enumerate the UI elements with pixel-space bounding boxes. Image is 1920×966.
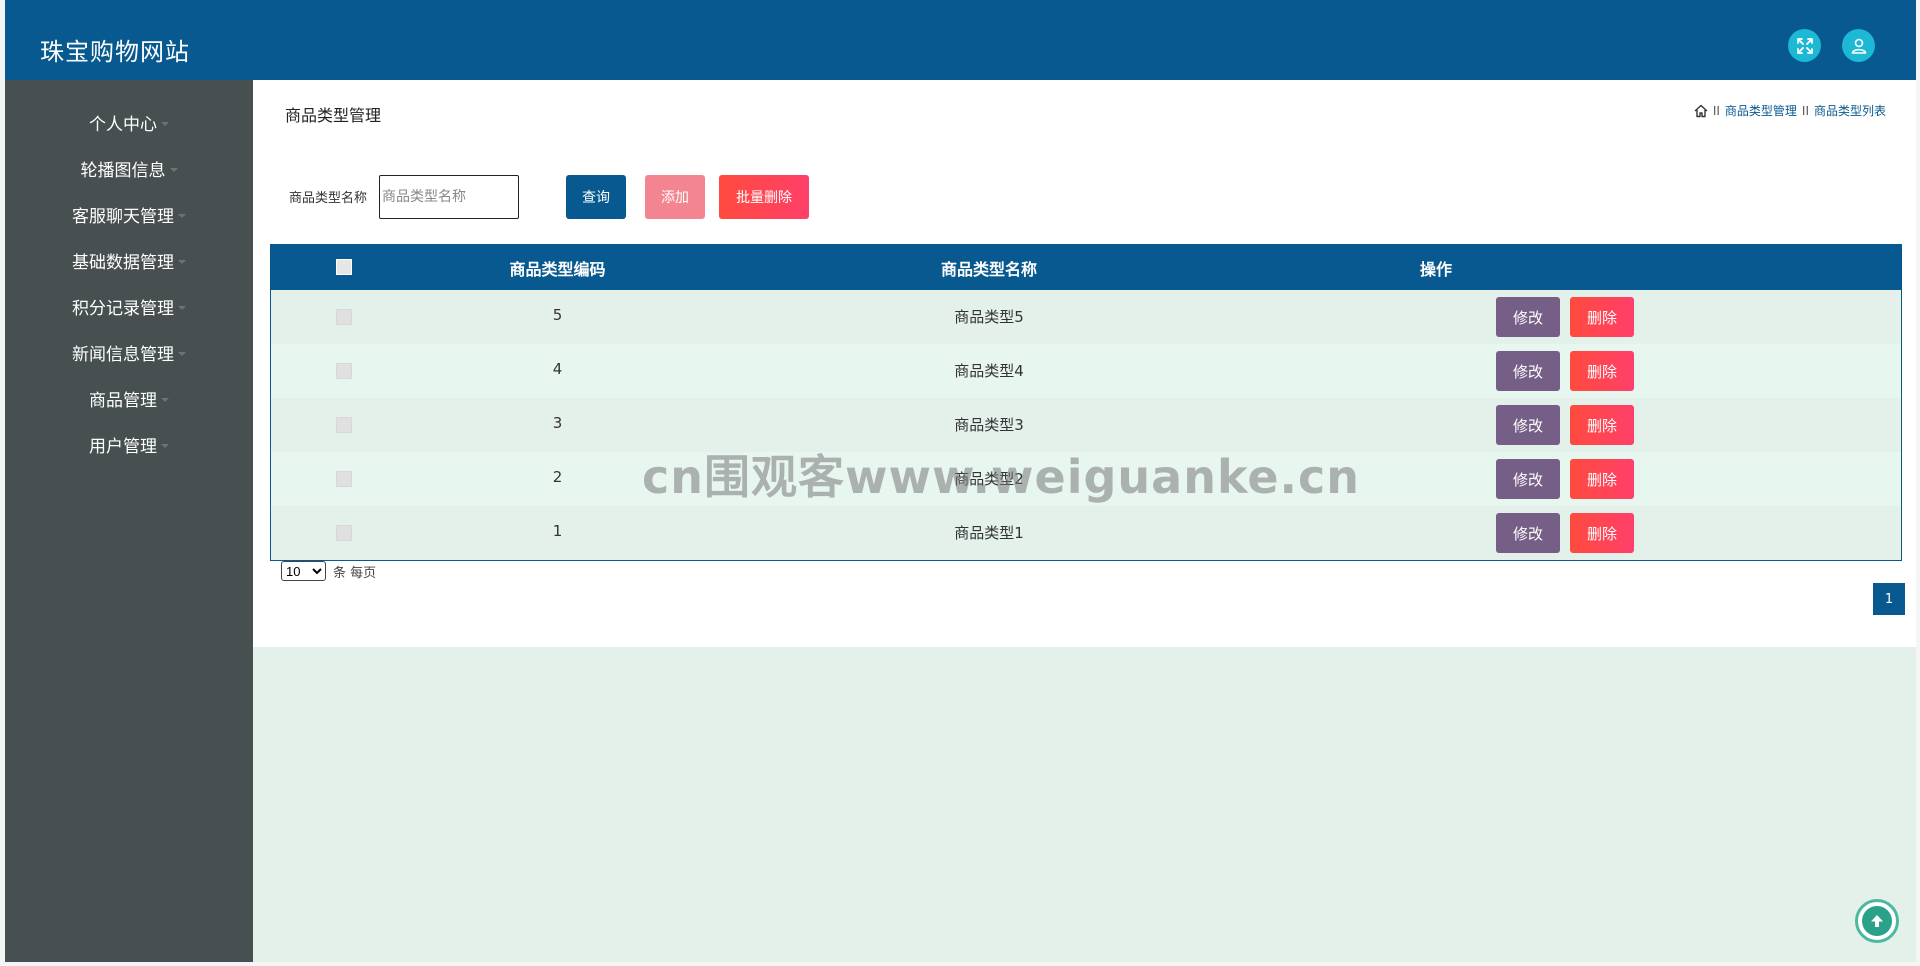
column-header-name: 商品类型名称 bbox=[940, 260, 1037, 279]
fullscreen-button[interactable] bbox=[1788, 29, 1821, 62]
caret-down-icon bbox=[178, 214, 186, 218]
sidebar: 个人中心 轮播图信息 客服聊天管理 基础数据管理 积分记录管理 新闻信息管理 商… bbox=[5, 80, 253, 962]
sidebar-item-products[interactable]: 商品管理 bbox=[5, 381, 253, 415]
data-table: 商品类型编码 商品类型名称 操作 5 商品类型5 修改 删除 4 商品类型4 修… bbox=[270, 244, 1902, 561]
cell-code: 2 bbox=[552, 468, 563, 486]
breadcrumb: II 商品类型管理 II 商品类型列表 bbox=[1694, 102, 1886, 119]
cell-name: 商品类型5 bbox=[954, 308, 1024, 326]
sidebar-item-users[interactable]: 用户管理 bbox=[5, 427, 253, 461]
back-to-top-circle bbox=[1862, 906, 1892, 936]
cell-code: 3 bbox=[552, 414, 563, 432]
search-input[interactable] bbox=[379, 175, 519, 219]
app-frame: 珠宝购物网站 个人中心 轮播图信息 客服聊天管理 基础数据管理 积分记录管理 新… bbox=[5, 0, 1916, 962]
per-page-label: 条 每页 bbox=[333, 566, 377, 581]
cell-name: 商品类型4 bbox=[954, 362, 1024, 380]
table-header: 商品类型编码 商品类型名称 操作 bbox=[271, 245, 1901, 290]
sidebar-item-label: 用户管理 bbox=[89, 436, 157, 457]
delete-button[interactable]: 删除 bbox=[1570, 513, 1634, 553]
delete-button[interactable]: 删除 bbox=[1570, 351, 1634, 391]
breadcrumb-separator: II bbox=[1801, 103, 1809, 118]
table-row: 2 商品类型2 修改 删除 bbox=[271, 452, 1901, 506]
user-menu-button[interactable] bbox=[1842, 29, 1875, 62]
breadcrumb-level2: 商品类型列表 bbox=[1813, 104, 1886, 118]
cell-code: 4 bbox=[552, 360, 563, 378]
edit-button[interactable]: 修改 bbox=[1496, 297, 1560, 337]
top-header: 珠宝购物网站 bbox=[5, 0, 1916, 80]
sidebar-item-label: 个人中心 bbox=[89, 114, 157, 135]
expand-arrows-icon bbox=[1796, 37, 1813, 54]
sidebar-item-label: 基础数据管理 bbox=[72, 252, 174, 273]
caret-down-icon bbox=[178, 260, 186, 264]
table-row: 3 商品类型3 修改 删除 bbox=[271, 398, 1901, 452]
user-icon bbox=[1851, 38, 1866, 54]
sidebar-item-news[interactable]: 新闻信息管理 bbox=[5, 335, 253, 369]
main-panel: 商品类型管理 II 商品类型管理 II 商品类型列表 商品类型名称 查询 添加 … bbox=[253, 80, 1916, 647]
delete-button[interactable]: 删除 bbox=[1570, 405, 1634, 445]
sidebar-item-label: 客服聊天管理 bbox=[72, 206, 174, 227]
cell-name: 商品类型2 bbox=[954, 470, 1024, 488]
table-row: 4 商品类型4 修改 删除 bbox=[271, 344, 1901, 398]
column-header-actions: 操作 bbox=[1419, 260, 1452, 279]
cell-name: 商品类型1 bbox=[954, 524, 1024, 542]
site-title: 珠宝购物网站 bbox=[40, 38, 190, 66]
table-row: 5 商品类型5 修改 删除 bbox=[271, 290, 1901, 344]
caret-down-icon bbox=[169, 168, 178, 172]
edit-button[interactable]: 修改 bbox=[1496, 405, 1560, 445]
cell-code: 5 bbox=[552, 306, 563, 324]
edit-button[interactable]: 修改 bbox=[1496, 351, 1560, 391]
cell-code: 1 bbox=[552, 522, 563, 540]
sidebar-item-customer-chat[interactable]: 客服聊天管理 bbox=[5, 197, 253, 231]
edit-button[interactable]: 修改 bbox=[1496, 513, 1560, 553]
query-button[interactable]: 查询 bbox=[566, 175, 626, 219]
delete-button[interactable]: 删除 bbox=[1570, 297, 1634, 337]
sidebar-item-label: 积分记录管理 bbox=[72, 298, 174, 319]
table-row: 1 商品类型1 修改 删除 bbox=[271, 506, 1901, 560]
cell-name: 商品类型3 bbox=[954, 416, 1024, 434]
edit-button[interactable]: 修改 bbox=[1496, 459, 1560, 499]
row-checkbox[interactable] bbox=[336, 417, 352, 433]
select-all-checkbox[interactable] bbox=[336, 259, 352, 275]
sidebar-item-personal-center[interactable]: 个人中心 bbox=[5, 105, 253, 139]
caret-down-icon bbox=[178, 306, 186, 310]
sidebar-item-points[interactable]: 积分记录管理 bbox=[5, 289, 253, 323]
page-size-select[interactable]: 10 bbox=[281, 561, 326, 581]
sidebar-item-basic-data[interactable]: 基础数据管理 bbox=[5, 243, 253, 277]
row-checkbox[interactable] bbox=[336, 525, 352, 541]
add-button[interactable]: 添加 bbox=[645, 175, 705, 219]
sidebar-item-carousel[interactable]: 轮播图信息 bbox=[5, 151, 253, 185]
arrow-up-icon bbox=[1871, 915, 1883, 927]
back-to-top-button[interactable] bbox=[1855, 899, 1899, 943]
sidebar-item-label: 新闻信息管理 bbox=[72, 344, 174, 365]
page-number-button[interactable]: 1 bbox=[1873, 583, 1905, 615]
row-checkbox[interactable] bbox=[336, 363, 352, 379]
sidebar-item-label: 商品管理 bbox=[89, 390, 157, 411]
delete-button[interactable]: 删除 bbox=[1570, 459, 1634, 499]
sidebar-item-label: 轮播图信息 bbox=[80, 160, 166, 181]
caret-down-icon bbox=[161, 122, 169, 126]
caret-down-icon bbox=[161, 444, 169, 448]
column-header-code: 商品类型编码 bbox=[509, 260, 606, 279]
page-title: 商品类型管理 bbox=[285, 106, 382, 125]
batch-delete-button[interactable]: 批量删除 bbox=[719, 175, 809, 219]
row-checkbox[interactable] bbox=[336, 309, 352, 325]
home-icon[interactable] bbox=[1694, 104, 1708, 118]
caret-down-icon bbox=[178, 352, 186, 356]
breadcrumb-level1[interactable]: 商品类型管理 bbox=[1725, 102, 1797, 119]
row-checkbox[interactable] bbox=[336, 471, 352, 487]
caret-down-icon bbox=[161, 398, 169, 402]
breadcrumb-separator: II bbox=[1712, 103, 1720, 118]
search-label: 商品类型名称 bbox=[289, 191, 368, 206]
